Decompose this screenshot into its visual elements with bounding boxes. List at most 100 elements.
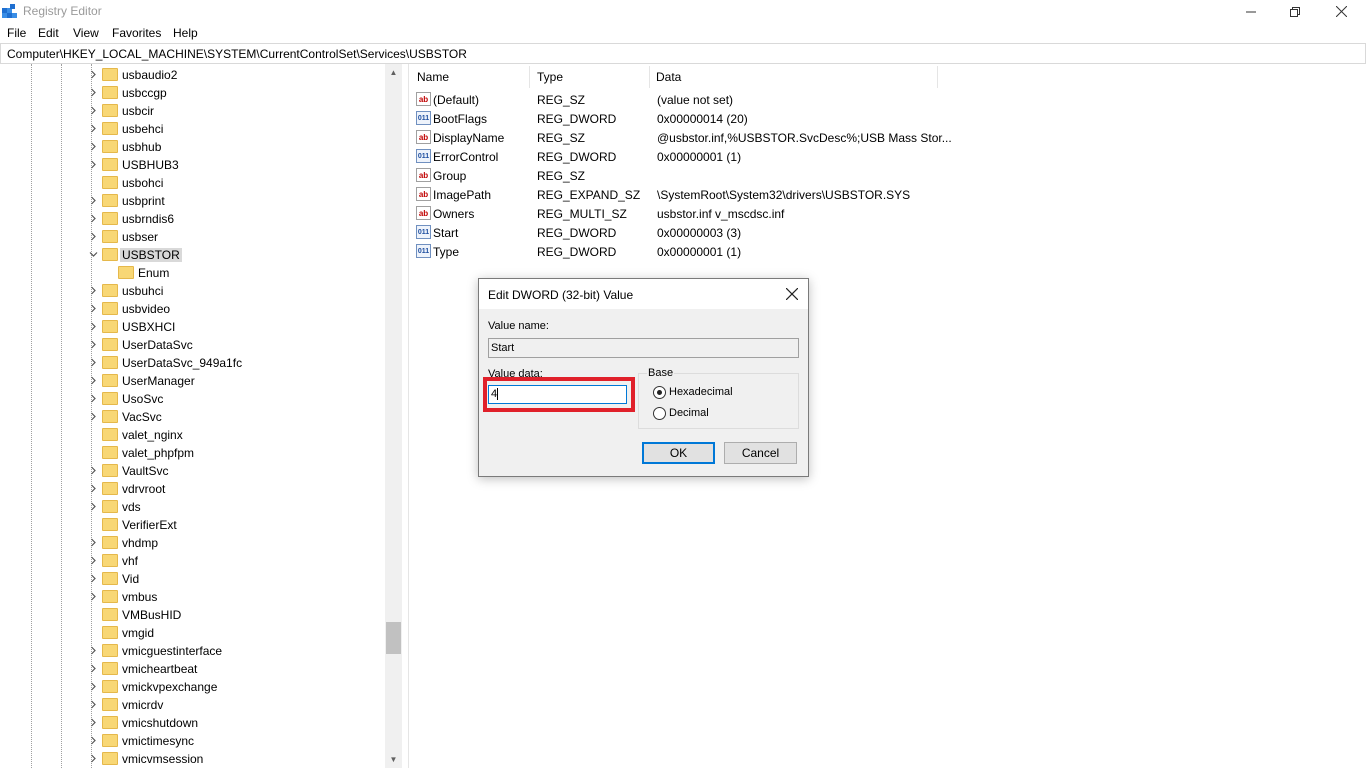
tree-item[interactable]: Vid <box>88 570 378 588</box>
tree-item[interactable]: vmickvpexchange <box>88 678 378 696</box>
tree-item[interactable]: vmbus <box>88 588 378 606</box>
chevron-right-icon[interactable] <box>88 498 98 516</box>
tree-item[interactable]: vds <box>88 498 378 516</box>
chevron-right-icon[interactable] <box>88 390 98 408</box>
chevron-right-icon[interactable] <box>88 660 98 678</box>
value-row[interactable]: ab Group REG_SZ <box>409 166 1366 185</box>
chevron-right-icon[interactable] <box>88 318 98 336</box>
value-row[interactable]: 011 Start REG_DWORD 0x00000003 (3) <box>409 223 1366 242</box>
scroll-down-icon[interactable]: ▼ <box>385 751 402 768</box>
chevron-right-icon[interactable] <box>88 282 98 300</box>
dialog-close-button[interactable] <box>779 282 805 306</box>
chevron-right-icon[interactable] <box>88 570 98 588</box>
column-divider[interactable] <box>649 66 650 88</box>
tree-item[interactable]: vmicvmsession <box>88 750 378 768</box>
tree-item[interactable]: usbaudio2 <box>88 66 378 84</box>
column-divider[interactable] <box>529 66 530 88</box>
value-row[interactable]: ab (Default) REG_SZ (value not set) <box>409 90 1366 109</box>
chevron-right-icon[interactable] <box>88 138 98 156</box>
tree-item[interactable]: VacSvc <box>88 408 378 426</box>
value-row[interactable]: 011 ErrorControl REG_DWORD 0x00000001 (1) <box>409 147 1366 166</box>
chevron-right-icon[interactable] <box>88 156 98 174</box>
chevron-right-icon[interactable] <box>88 750 98 768</box>
tree-item[interactable]: usbccgp <box>88 84 378 102</box>
tree-item[interactable]: vmictimesync <box>88 732 378 750</box>
chevron-right-icon[interactable] <box>88 462 98 480</box>
chevron-right-icon[interactable] <box>88 678 98 696</box>
ok-button[interactable]: OK <box>642 442 715 464</box>
chevron-right-icon[interactable] <box>88 66 98 84</box>
chevron-right-icon[interactable] <box>88 192 98 210</box>
value-row[interactable]: ab ImagePath REG_EXPAND_SZ \SystemRoot\Syst… <box>409 185 1366 204</box>
value-row[interactable]: ab DisplayName REG_SZ @usbstor.inf,%USBSTOR… <box>409 128 1366 147</box>
menu-view[interactable]: View <box>73 26 99 40</box>
tree-item[interactable]: VerifierExt <box>88 516 378 534</box>
tree-item[interactable]: usbuhci <box>88 282 378 300</box>
value-row[interactable]: 011 Type REG_DWORD 0x00000001 (1) <box>409 242 1366 261</box>
scroll-up-icon[interactable]: ▲ <box>385 64 402 81</box>
tree-item[interactable]: VMBusHID <box>88 606 378 624</box>
tree-item[interactable]: USBXHCI <box>88 318 378 336</box>
cancel-button[interactable]: Cancel <box>724 442 797 464</box>
address-bar[interactable]: Computer\HKEY_LOCAL_MACHINE\SYSTEM\Curre… <box>0 43 1366 64</box>
scroll-thumb[interactable] <box>386 622 401 654</box>
menu-edit[interactable]: Edit <box>38 26 59 40</box>
chevron-right-icon[interactable] <box>88 300 98 318</box>
column-header-name[interactable]: Name <box>417 70 449 84</box>
chevron-right-icon[interactable] <box>88 480 98 498</box>
column-divider[interactable] <box>937 66 938 88</box>
restore-button[interactable] <box>1272 0 1318 23</box>
chevron-right-icon[interactable] <box>88 534 98 552</box>
menu-help[interactable]: Help <box>173 26 198 40</box>
column-header-type[interactable]: Type <box>537 70 563 84</box>
tree-scrollbar[interactable]: ▲ ▼ <box>385 64 402 768</box>
tree-item[interactable]: usbser <box>88 228 378 246</box>
chevron-right-icon[interactable] <box>88 210 98 228</box>
tree-item[interactable]: usbprint <box>88 192 378 210</box>
chevron-right-icon[interactable] <box>88 552 98 570</box>
tree-item[interactable]: VaultSvc <box>88 462 378 480</box>
tree-item[interactable]: usbcir <box>88 102 378 120</box>
chevron-right-icon[interactable] <box>88 642 98 660</box>
chevron-right-icon[interactable] <box>88 408 98 426</box>
tree-item[interactable]: UserManager <box>88 372 378 390</box>
tree-item[interactable]: usbrndis6 <box>88 210 378 228</box>
menu-file[interactable]: File <box>7 26 26 40</box>
tree-item[interactable]: vhf <box>88 552 378 570</box>
tree-item[interactable]: UsoSvc <box>88 390 378 408</box>
menu-favorites[interactable]: Favorites <box>112 26 161 40</box>
chevron-right-icon[interactable] <box>88 372 98 390</box>
key-tree[interactable]: usbaudio2 usbccgp usbcir usbehci usbhub USBHU… <box>0 64 402 768</box>
chevron-right-icon[interactable] <box>88 588 98 606</box>
tree-item[interactable]: vmicshutdown <box>88 714 378 732</box>
tree-item[interactable]: Enum <box>104 264 378 282</box>
tree-item[interactable]: UserDataSvc_949a1fc <box>88 354 378 372</box>
chevron-right-icon[interactable] <box>88 102 98 120</box>
value-row[interactable]: ab Owners REG_MULTI_SZ usbstor.inf v_mscdsc… <box>409 204 1366 223</box>
chevron-right-icon[interactable] <box>88 120 98 138</box>
tree-item[interactable]: USBSTOR <box>88 246 378 264</box>
chevron-right-icon[interactable] <box>88 354 98 372</box>
chevron-right-icon[interactable] <box>88 336 98 354</box>
tree-item[interactable]: valet_nginx <box>88 426 378 444</box>
chevron-right-icon[interactable] <box>88 714 98 732</box>
tree-item[interactable]: usbvideo <box>88 300 378 318</box>
tree-item[interactable]: vmicrdv <box>88 696 378 714</box>
chevron-right-icon[interactable] <box>88 696 98 714</box>
tree-item[interactable]: usbhub <box>88 138 378 156</box>
minimize-button[interactable] <box>1228 0 1274 23</box>
close-button[interactable] <box>1318 0 1364 23</box>
tree-item[interactable]: USBHUB3 <box>88 156 378 174</box>
chevron-right-icon[interactable] <box>88 732 98 750</box>
tree-item[interactable]: vmicheartbeat <box>88 660 378 678</box>
chevron-right-icon[interactable] <box>88 84 98 102</box>
chevron-right-icon[interactable] <box>88 228 98 246</box>
tree-item[interactable]: vmgid <box>88 624 378 642</box>
tree-item[interactable]: UserDataSvc <box>88 336 378 354</box>
tree-item[interactable]: vdrvroot <box>88 480 378 498</box>
chevron-down-icon[interactable] <box>88 246 98 264</box>
column-header-data[interactable]: Data <box>656 70 681 84</box>
value-row[interactable]: 011 BootFlags REG_DWORD 0x00000014 (20) <box>409 109 1366 128</box>
tree-item[interactable]: valet_phpfpm <box>88 444 378 462</box>
tree-item[interactable]: usbohci <box>88 174 378 192</box>
